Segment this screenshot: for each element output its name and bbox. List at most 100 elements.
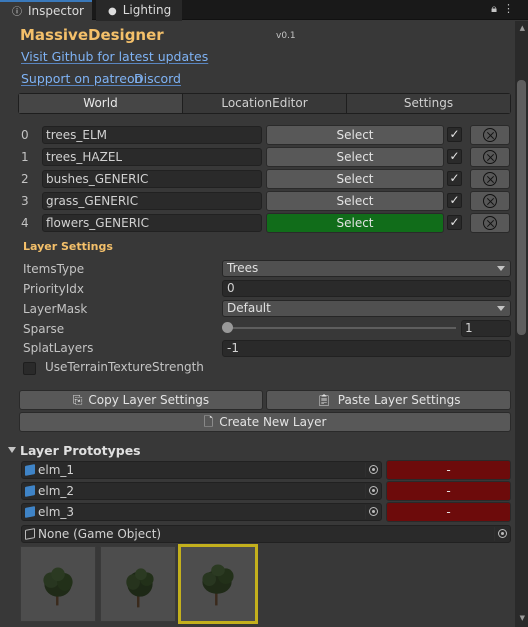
layer-prototypes-heading: Layer Prototypes — [20, 443, 141, 458]
tab-inspector[interactable]: ⓘ Inspector — [0, 0, 92, 21]
layer-select-button[interactable]: Select — [266, 191, 444, 211]
items-type-label: ItemsType — [23, 262, 85, 276]
paste-layer-settings-button[interactable]: 📋︎ Paste Layer Settings — [266, 390, 511, 410]
object-picker-icon[interactable] — [365, 484, 380, 498]
copy-icon: ⎘ — [72, 393, 83, 407]
add-prototype-placeholder: None (Game Object) — [38, 527, 162, 541]
checkmark-icon: ✓ — [449, 215, 460, 229]
layer-name-field[interactable]: trees_ELM — [42, 126, 262, 144]
layer-row: 1 trees_HAZEL Select ✓ — [0, 147, 513, 169]
layermask-dropdown[interactable]: Default — [222, 300, 511, 317]
close-circle-icon — [483, 150, 497, 164]
github-link[interactable]: Visit Github for latest updates — [21, 49, 208, 64]
prefab-cube-icon — [25, 464, 35, 476]
remove-prototype-button[interactable]: - — [386, 502, 511, 522]
layer-select-button[interactable]: Select — [266, 147, 444, 167]
mode-toolbar: World LocationEditor Settings — [18, 93, 511, 114]
tab-settings[interactable]: Settings — [347, 94, 510, 113]
prototype-thumbnail-selected[interactable] — [178, 544, 258, 624]
sparse-label: Sparse — [23, 322, 65, 336]
checkmark-icon: ✓ — [449, 171, 460, 185]
layer-select-button[interactable]: Select — [266, 169, 444, 189]
window-tab-bar: ⓘ Inspector ● Lighting 🔒︎⋮ — [0, 0, 528, 21]
gameobject-cube-icon — [25, 528, 35, 540]
sparse-slider-track[interactable] — [228, 327, 456, 329]
layer-row: 4 flowers_GENERIC Select ✓ — [0, 213, 513, 235]
chevron-down-icon — [497, 306, 505, 311]
prefab-cube-icon — [25, 506, 35, 518]
layermask-label: LayerMask — [23, 302, 88, 316]
prototype-thumbnail[interactable] — [20, 546, 96, 622]
layer-row: 2 bushes_GENERIC Select ✓ — [0, 169, 513, 191]
window-controls: 🔒︎⋮ — [491, 2, 520, 16]
layer-name-field[interactable]: grass_GENERIC — [42, 192, 262, 210]
layer-index: 1 — [21, 150, 29, 164]
layer-select-button[interactable]: Select — [266, 125, 444, 145]
prototype-object-field[interactable]: elm_3 — [21, 503, 382, 521]
layer-enabled-checkbox[interactable]: ✓ — [447, 149, 462, 164]
prototype-object-field[interactable]: elm_1 — [21, 461, 382, 479]
create-new-layer-label: Create New Layer — [219, 415, 327, 429]
prototype-name: elm_2 — [38, 484, 75, 498]
layer-index: 2 — [21, 172, 29, 186]
object-picker-icon[interactable] — [494, 527, 509, 541]
lock-icon[interactable]: 🔒︎ — [491, 2, 503, 15]
sparse-slider-handle[interactable] — [222, 322, 233, 333]
layer-enabled-checkbox[interactable]: ✓ — [447, 127, 462, 142]
layer-row: 3 grass_GENERIC Select ✓ — [0, 191, 513, 213]
copy-layer-settings-button[interactable]: ⎘ Copy Layer Settings — [19, 390, 263, 410]
patreon-link[interactable]: Support on patreon — [21, 71, 143, 86]
layer-delete-button[interactable] — [470, 213, 510, 233]
sparse-value-field[interactable]: 1 — [461, 320, 511, 337]
layer-delete-button[interactable] — [470, 147, 510, 167]
priority-label: PriorityIdx — [23, 282, 84, 296]
layer-delete-button[interactable] — [470, 191, 510, 211]
scrollbar-thumb[interactable] — [517, 80, 526, 335]
create-new-layer-button[interactable]: 🗋 Create New Layer — [19, 412, 511, 432]
items-type-dropdown[interactable]: Trees — [222, 260, 511, 277]
checkmark-icon: ✓ — [449, 193, 460, 207]
priority-field[interactable]: 0 — [222, 280, 511, 297]
object-picker-icon[interactable] — [365, 463, 380, 477]
layer-delete-button[interactable] — [470, 125, 510, 145]
tab-world[interactable]: World — [19, 94, 183, 113]
tab-location-editor[interactable]: LocationEditor — [183, 94, 347, 113]
layer-row: 0 trees_ELM Select ✓ — [0, 125, 513, 147]
prototype-thumbnail[interactable] — [100, 546, 176, 622]
layer-prototypes-foldout[interactable]: Layer Prototypes — [8, 443, 141, 458]
layer-delete-button[interactable] — [470, 169, 510, 189]
layer-enabled-checkbox[interactable]: ✓ — [447, 193, 462, 208]
layer-name-field[interactable]: bushes_GENERIC — [42, 170, 262, 188]
layer-enabled-checkbox[interactable]: ✓ — [447, 215, 462, 230]
remove-prototype-button[interactable]: - — [386, 460, 511, 480]
paste-icon: 📋︎ — [316, 393, 332, 407]
checkmark-icon: ✓ — [449, 149, 460, 163]
prototype-name: elm_1 — [38, 463, 75, 477]
layer-name-field[interactable]: trees_HAZEL — [42, 148, 262, 166]
add-prototype-field[interactable]: None (Game Object) — [21, 525, 511, 543]
checkmark-icon: ✓ — [449, 127, 460, 141]
layer-enabled-checkbox[interactable]: ✓ — [447, 171, 462, 186]
items-type-value: Trees — [227, 261, 259, 275]
paste-layer-settings-label: Paste Layer Settings — [337, 393, 461, 407]
tree-icon — [126, 568, 154, 608]
splat-layers-field[interactable]: -1 — [222, 340, 511, 357]
scroll-up-icon[interactable]: ▲ — [520, 24, 525, 32]
object-picker-icon[interactable] — [365, 505, 380, 519]
tab-lighting[interactable]: ● Lighting — [96, 0, 182, 21]
layer-name-field[interactable]: flowers_GENERIC — [42, 214, 262, 232]
splat-layers-label: SplatLayers — [23, 341, 94, 355]
scroll-down-icon[interactable]: ▼ — [520, 614, 525, 622]
close-circle-icon — [483, 216, 497, 230]
close-circle-icon — [483, 128, 497, 142]
prototype-object-field[interactable]: elm_2 — [21, 482, 382, 500]
more-options-icon[interactable]: ⋮ — [503, 2, 520, 15]
remove-prototype-button[interactable]: - — [386, 481, 511, 501]
use-terrain-checkbox[interactable] — [23, 362, 36, 375]
prefab-cube-icon — [25, 485, 35, 497]
discord-link[interactable]: Discord — [134, 71, 181, 86]
layer-select-button-active[interactable]: Select — [266, 213, 444, 233]
close-circle-icon — [483, 194, 497, 208]
tab-inspector-label: Inspector — [28, 4, 84, 18]
document-icon: 🗋 — [203, 415, 214, 429]
